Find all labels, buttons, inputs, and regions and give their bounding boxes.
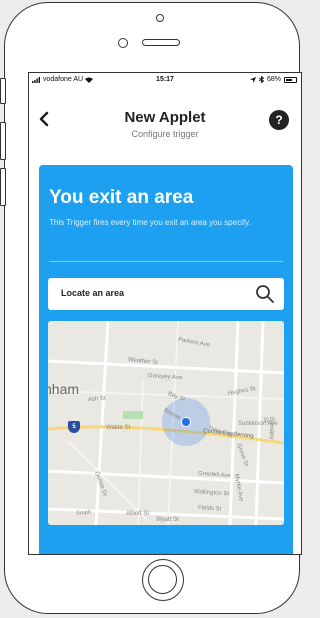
volume-down-button xyxy=(0,168,6,206)
map-street-label: Ash St xyxy=(87,395,106,403)
earpiece-speaker xyxy=(142,39,180,46)
trigger-description: This Trigger fires every time you exit a… xyxy=(49,218,251,227)
search-icon[interactable] xyxy=(255,284,275,304)
page-subtitle: Configure trigger xyxy=(131,129,199,139)
location-arrow-icon xyxy=(249,76,256,83)
page-title: New Applet xyxy=(124,109,206,126)
phone-screen: vodafone AU 15:17 68% New Applet Configu… xyxy=(28,72,302,555)
map-street-label: Wyatt St xyxy=(156,517,179,523)
home-button[interactable] xyxy=(142,559,184,601)
home-button-ring xyxy=(148,565,177,594)
locate-area-input[interactable]: Locate an area xyxy=(48,278,284,310)
battery-icon xyxy=(284,76,297,83)
status-bar: vodafone AU 15:17 68% xyxy=(29,73,301,87)
highway-shield: 5 xyxy=(68,421,80,433)
map-city-label: nham xyxy=(48,381,80,397)
battery-percent: 68% xyxy=(266,76,281,83)
map-view[interactable]: nham 5 Centre Dandenong Parkers AveWeath… xyxy=(48,321,284,525)
map-street-label: Walde St xyxy=(106,425,131,431)
mute-switch xyxy=(0,78,6,104)
map-street-label: Burnaby St xyxy=(262,417,274,440)
trigger-card: You exit an area This Trigger fires ever… xyxy=(39,165,293,554)
location-marker xyxy=(182,418,190,426)
front-camera xyxy=(118,38,128,48)
bluetooth-icon xyxy=(258,76,264,83)
front-sensor xyxy=(156,14,164,22)
phone-frame: vodafone AU 15:17 68% New Applet Configu… xyxy=(4,2,302,614)
nav-bar: New Applet Configure trigger ? xyxy=(29,105,301,145)
search-placeholder: Locate an area xyxy=(61,288,125,298)
divider xyxy=(49,261,283,262)
battery-fill xyxy=(286,78,292,81)
map-street-label: Albert St xyxy=(126,511,150,517)
help-button[interactable]: ? xyxy=(269,110,289,130)
map-street-label: Smith xyxy=(75,509,92,517)
volume-up-button xyxy=(0,122,6,160)
trigger-title: You exit an area xyxy=(49,187,194,208)
